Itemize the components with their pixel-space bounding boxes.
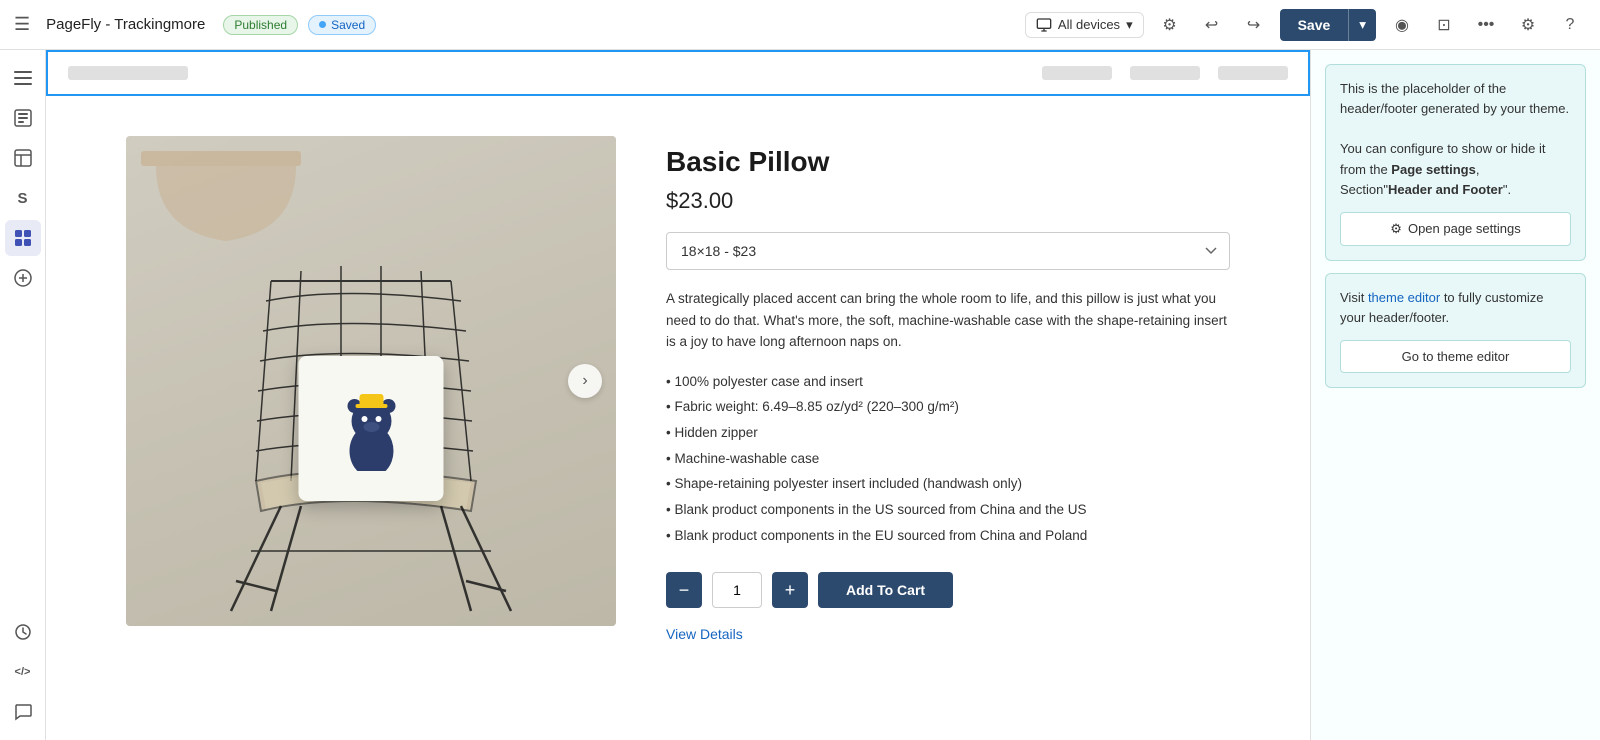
topbar: ☰ PageFly - Trackingmore Published Saved…	[0, 0, 1600, 50]
feature-6: Blank product components in the US sourc…	[666, 497, 1230, 523]
page-settings-link[interactable]: Page settings	[1391, 162, 1476, 177]
feature-4: Machine-washable case	[666, 446, 1230, 472]
save-button[interactable]: Save	[1280, 9, 1349, 41]
chair-group	[211, 251, 531, 626]
image-next-arrow[interactable]: ›	[568, 364, 602, 398]
add-to-cart-button[interactable]: Add To Cart	[818, 572, 953, 608]
variant-selector[interactable]: 18×18 - $23	[666, 232, 1230, 270]
sidebar-icon-code[interactable]: </>	[5, 654, 41, 690]
feature-1: 100% polyester case and insert	[666, 369, 1230, 395]
undo-icon[interactable]: ↩	[1196, 9, 1228, 41]
more-options-icon[interactable]: •••	[1470, 9, 1502, 41]
pillow	[299, 356, 444, 501]
open-page-settings-button[interactable]: ⚙ Open page settings	[1340, 212, 1571, 246]
sidebar-icon-chat[interactable]	[5, 694, 41, 730]
quantity-decrease-button[interactable]: −	[666, 572, 702, 608]
placeholder-bar-mid1	[1042, 66, 1112, 80]
saved-badge: Saved	[308, 15, 376, 35]
menu-icon[interactable]: ☰	[14, 14, 30, 35]
product-info: Basic Pillow $23.00 18×18 - $23 A strate…	[666, 136, 1230, 700]
sidebar-icon-template[interactable]	[5, 140, 41, 176]
product-image	[126, 136, 616, 626]
cart-row: − + Add To Cart	[666, 572, 1230, 608]
sidebar-icon-menu[interactable]	[5, 60, 41, 96]
sidebar-icon-elements[interactable]	[5, 220, 41, 256]
sidebar-icon-add[interactable]	[5, 260, 41, 296]
open-page-settings-label: Open page settings	[1408, 221, 1521, 236]
info-text-4: ".	[1503, 182, 1511, 197]
sidebar-icon-layers[interactable]	[5, 100, 41, 136]
feature-5: Shape-retaining polyester insert include…	[666, 471, 1230, 497]
product-image-container: ›	[126, 136, 616, 626]
theme-editor-text: Visit theme editor to fully customize yo…	[1340, 288, 1571, 328]
product-description: A strategically placed accent can bring …	[666, 288, 1230, 353]
feature-2: Fabric weight: 6.49–8.85 oz/yd² (220–300…	[666, 394, 1230, 420]
placeholder-bar-left	[68, 66, 188, 80]
sidebar-icon-history[interactable]	[5, 614, 41, 650]
device-selector[interactable]: All devices ▾	[1025, 12, 1144, 38]
theme-editor-link[interactable]: theme editor	[1368, 290, 1440, 305]
gear-settings-icon: ⚙	[1390, 221, 1402, 237]
product-price: $23.00	[666, 188, 1230, 214]
product-name: Basic Pillow	[666, 146, 1230, 178]
save-group: Save ▾	[1280, 9, 1376, 41]
feature-3: Hidden zipper	[666, 420, 1230, 446]
help-icon[interactable]: ?	[1554, 9, 1586, 41]
responsive-preview-icon[interactable]: ⊡	[1428, 9, 1460, 41]
app-title: PageFly - Trackingmore	[46, 16, 205, 33]
header-footer-link[interactable]: Header and Footer	[1388, 182, 1503, 197]
quantity-input[interactable]	[712, 572, 762, 608]
left-sidebar: S </>	[0, 50, 46, 740]
device-dropdown-arrow: ▾	[1126, 17, 1133, 33]
theme-editor-card: Visit theme editor to fully customize yo…	[1325, 273, 1586, 388]
bear-illustration	[331, 386, 411, 471]
product-page: › Basic Pillow $23.00 18×18 - $23 A stra…	[46, 96, 1310, 740]
placeholder-bar-mid2	[1130, 66, 1200, 80]
preview-icon[interactable]: ◉	[1386, 9, 1418, 41]
info-text-1: This is the placeholder of the header/fo…	[1340, 81, 1569, 116]
product-features: 100% polyester case and insert Fabric we…	[666, 369, 1230, 548]
redo-icon[interactable]: ↪	[1238, 9, 1270, 41]
right-panel: This is the placeholder of the header/fo…	[1310, 50, 1600, 740]
feature-7: Blank product components in the EU sourc…	[666, 523, 1230, 549]
sidebar-icon-shopify[interactable]: S	[5, 180, 41, 216]
settings-filter-icon[interactable]: ⚙	[1154, 9, 1186, 41]
main-layout: S </>	[0, 50, 1600, 740]
info-card-text: This is the placeholder of the header/fo…	[1340, 79, 1571, 200]
published-badge: Published	[223, 15, 298, 35]
canvas-area: › Basic Pillow $23.00 18×18 - $23 A stra…	[46, 50, 1310, 740]
save-dropdown-button[interactable]: ▾	[1348, 9, 1376, 41]
go-to-theme-editor-button[interactable]: Go to theme editor	[1340, 340, 1571, 373]
device-label: All devices	[1058, 17, 1120, 32]
view-details-link[interactable]: View Details	[666, 626, 743, 642]
quantity-increase-button[interactable]: +	[772, 572, 808, 608]
saved-dot	[319, 21, 326, 28]
header-placeholder	[46, 50, 1310, 96]
monitor-icon	[1036, 17, 1052, 33]
header-footer-info-card: This is the placeholder of the header/fo…	[1325, 64, 1586, 261]
app-settings-icon[interactable]: ⚙	[1512, 9, 1544, 41]
saved-label: Saved	[331, 18, 365, 32]
mantle-decoration	[141, 151, 311, 261]
placeholder-bar-right	[1218, 66, 1288, 80]
